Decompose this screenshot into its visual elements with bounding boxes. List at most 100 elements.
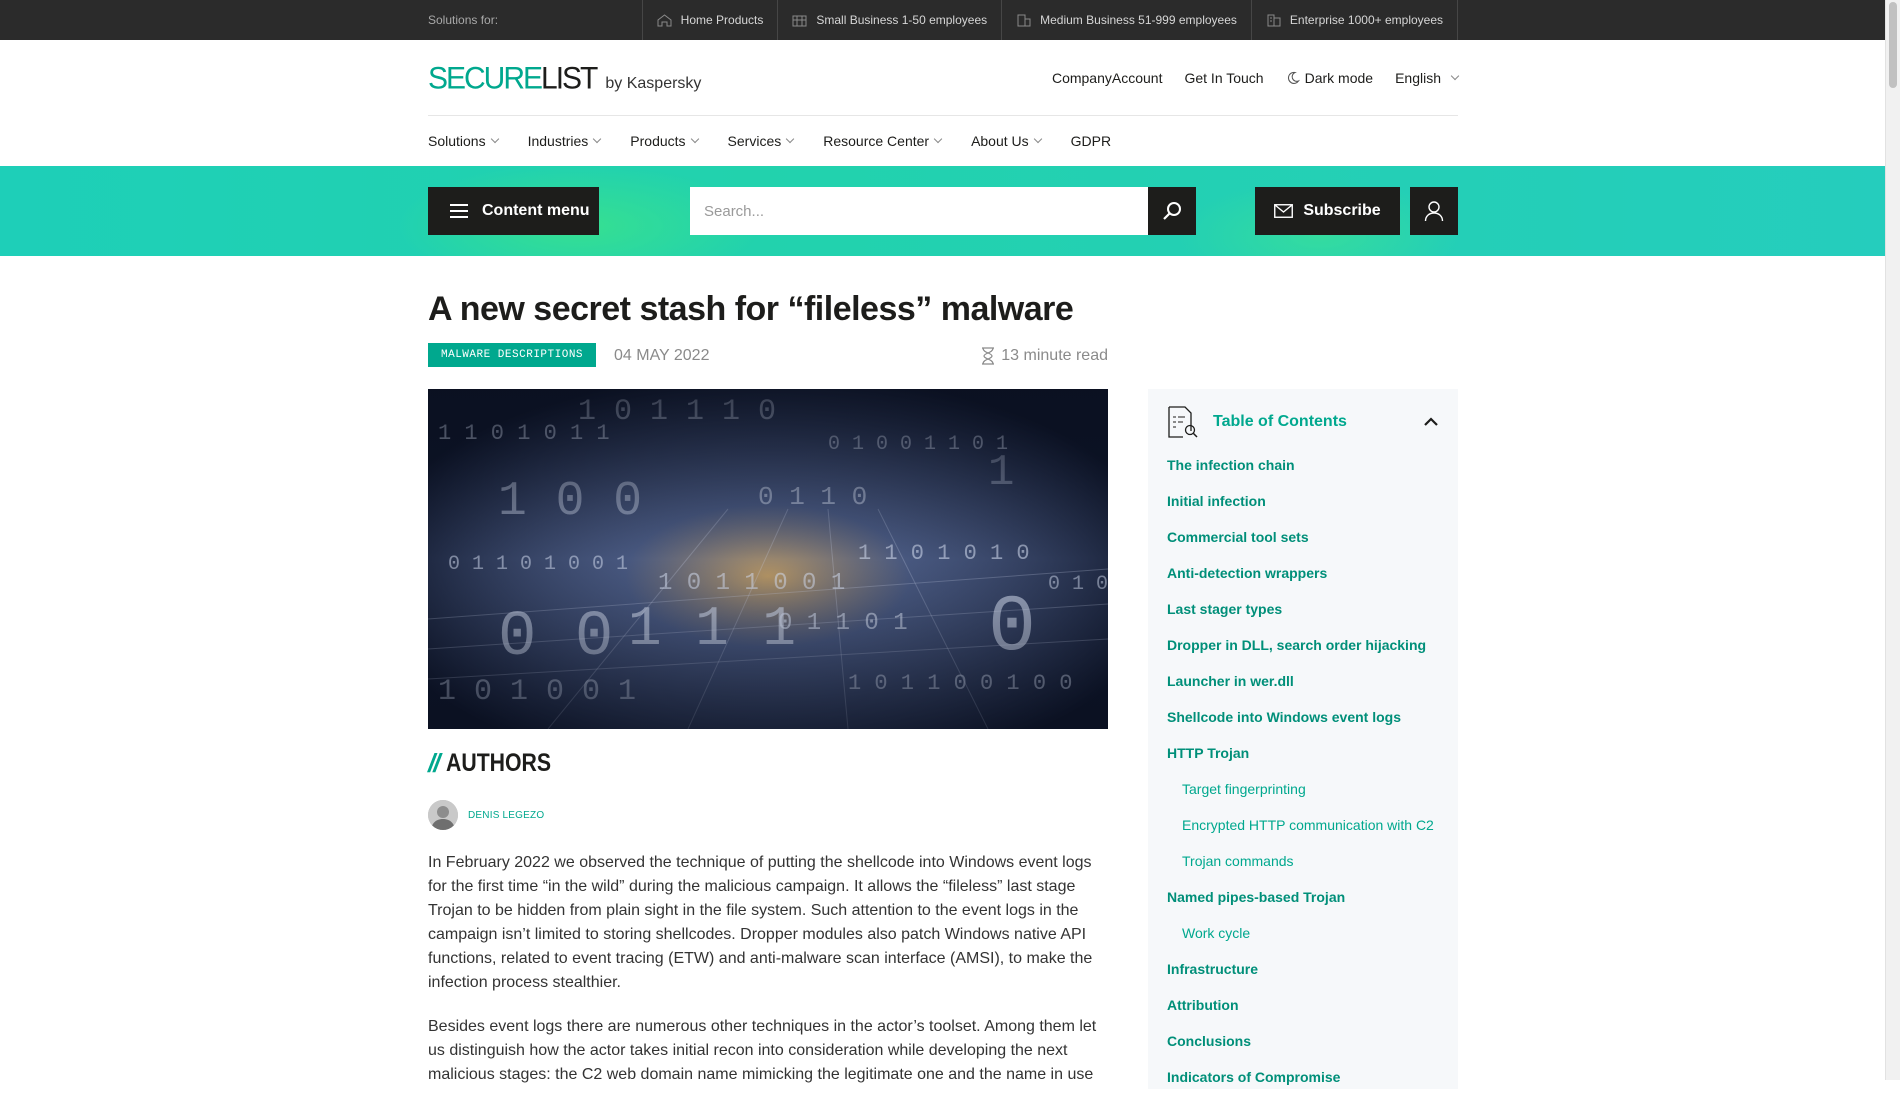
article-meta: MALWARE DESCRIPTIONS 04 MAY 2022 13 minu… [428,343,1108,369]
nav-item-solutions[interactable]: Solutions [428,133,499,149]
toc-item[interactable]: Conclusions [1167,1029,1452,1065]
article-paragraph: Besides event logs there are numerous ot… [428,1018,1097,1083]
nav-label: Products [630,133,686,149]
company-account-link[interactable]: CompanyAccount [1052,70,1163,86]
author-name[interactable]: DENIS LEGEZO [468,810,544,821]
hero-image: 1 1 0 1 0 1 1 1 0 1 1 1 0 0 1 0 0 1 1 0 … [428,389,1108,729]
nav-item-services[interactable]: Services [727,133,795,149]
authors-label: AUTHORS [446,749,552,777]
chevron-down-icon [933,134,943,144]
toc-item[interactable]: Last stager types [1167,597,1452,633]
content-menu-button[interactable]: Content menu [428,187,599,235]
chevron-down-icon [1450,71,1460,81]
solutions-for-label: Solutions for: [428,13,499,27]
chevron-down-icon [690,134,699,144]
read-time-label: 13 minute read [1001,347,1108,364]
search-icon [1163,202,1181,220]
segment-home-products[interactable]: Home Products [641,0,778,40]
toc-item[interactable]: Named pipes-based Trojan [1167,885,1452,921]
page-scrollbar[interactable] [1885,0,1900,1080]
logo-by-kaspersky: by Kaspersky [605,75,702,92]
segment-label: Medium Business 51-999 employees [1040,13,1237,27]
nav-item-products[interactable]: Products [630,133,699,149]
publish-date: 04 MAY 2022 [614,347,710,364]
author-entry[interactable]: DENIS LEGEZO [428,800,544,830]
toc-item[interactable]: Indicators of Compromise [1167,1065,1452,1101]
toc-subitem[interactable]: Encrypted HTTP communication with C2 [1167,813,1452,849]
toc-subitem[interactable]: Target fingerprinting [1167,777,1452,813]
main-nav: Solutions Industries Products Services R… [428,116,1458,166]
chevron-down-icon [490,134,499,144]
toc-subitem[interactable]: Work cycle [1167,921,1452,957]
toc-subitem[interactable]: Trojan commands [1167,849,1452,885]
content-menu-label: Content menu [482,202,590,219]
toc-item[interactable]: Commercial tool sets [1167,525,1452,561]
user-account-button[interactable] [1410,187,1458,235]
nav-item-resource-center[interactable]: Resource Center [823,133,943,149]
nav-label: Services [727,133,782,149]
category-badge[interactable]: MALWARE DESCRIPTIONS [428,343,597,367]
read-time: 13 minute read [981,343,1108,368]
hamburger-icon [450,204,468,218]
moon-icon [1287,71,1300,84]
hourglass-icon [982,346,995,365]
nav-label: About Us [971,133,1029,149]
nav-item-industries[interactable]: Industries [527,133,602,149]
segment-label: Enterprise 1000+ employees [1289,13,1443,27]
toc-item[interactable]: Initial infection [1167,489,1452,525]
document-search-icon [1168,406,1198,438]
small-business-icon [792,15,807,26]
binary-data-illustration: 1 1 0 1 0 1 1 1 0 1 1 1 0 0 1 0 0 1 1 0 … [428,389,1108,729]
toc-item[interactable]: HTTP Trojan [1167,741,1452,777]
nav-label: Solutions [428,133,486,149]
segment-medium-business[interactable]: Medium Business 51-999 employees [1001,0,1251,40]
search-button[interactable] [1148,187,1196,235]
header-links: CompanyAccount Get In Touch Dark mode En… [1052,70,1460,86]
article-title: A new secret stash for “fileless” malwar… [428,290,1074,328]
securelist-logo[interactable]: SECURELIST by Kaspersky [428,61,702,97]
table-of-contents: Table of Contents The infection chain Ini… [1148,389,1458,1089]
authors-slashes: // [428,748,441,778]
logo-list: LIST [541,61,598,96]
nav-item-gdpr[interactable]: GDPR [1071,133,1111,149]
logo-secure: SECURE [428,61,543,96]
medium-business-icon [1017,14,1031,26]
toc-item[interactable]: Infrastructure [1167,957,1452,993]
logo-wordmark: SECURELIST [428,61,598,97]
language-select[interactable]: English [1395,70,1460,86]
chevron-down-icon [1033,134,1042,144]
nav-label: Resource Center [823,133,930,149]
toc-item[interactable]: The infection chain [1167,453,1452,489]
segment-small-business[interactable]: Small Business 1-50 employees [777,0,1001,40]
subscribe-label: Subscribe [1303,202,1381,219]
scrollbar-thumb[interactable] [1889,2,1897,88]
envelope-icon [1274,204,1294,218]
authors-heading: // AUTHORS [428,748,570,779]
nav-label: Industries [527,133,589,149]
dark-mode-label: Dark mode [1304,70,1374,86]
search-band: Content menu Subscribe [0,166,1885,256]
toc-item[interactable]: Attribution [1167,993,1452,1029]
toc-item[interactable]: Dropper in DLL, search order hijacking [1167,633,1452,669]
avatar [428,800,458,830]
solutions-segment-list: Home Products Small Business 1-50 employ… [641,0,1458,40]
chevron-down-icon [593,134,602,144]
subscribe-button[interactable]: Subscribe [1255,187,1400,235]
segment-label: Small Business 1-50 employees [816,13,988,27]
toc-item[interactable]: Shellcode into Windows event logs [1167,705,1452,741]
toc-header[interactable]: Table of Contents [1167,397,1439,447]
top-solutions-bar: Solutions for: Home Products Small Busin… [0,0,1885,40]
language-label: English [1395,70,1441,86]
segment-enterprise[interactable]: Enterprise 1000+ employees [1250,0,1458,40]
toc-item[interactable]: Anti-detection wrappers [1167,561,1452,597]
chevron-up-icon[interactable] [1423,417,1439,427]
user-icon [1424,201,1444,222]
chevron-down-icon [785,134,795,144]
article-paragraph: In February 2022 we observed the techniq… [428,854,1093,991]
toc-item[interactable]: Launcher in wer.dll [1167,669,1452,705]
nav-label: GDPR [1070,133,1112,149]
search-input[interactable] [690,187,1148,235]
dark-mode-toggle[interactable]: Dark mode [1286,70,1373,86]
nav-item-about-us[interactable]: About Us [971,133,1042,149]
get-in-touch-link[interactable]: Get In Touch [1184,70,1263,86]
